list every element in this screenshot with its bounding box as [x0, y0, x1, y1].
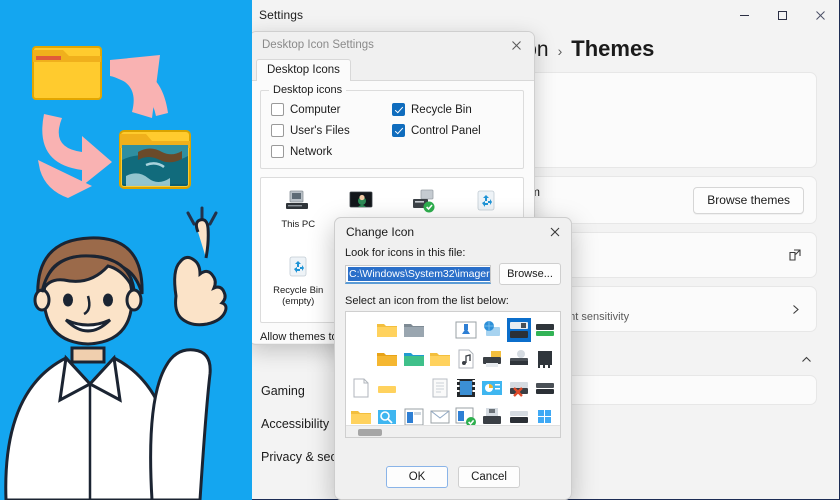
folder-open-icon[interactable] [375, 318, 399, 342]
desktop-icon-settings-titlebar: Desktop Icon Settings [250, 32, 534, 58]
memory-chip-icon[interactable] [533, 347, 557, 371]
checkbox-control-panel[interactable]: Control Panel [392, 124, 513, 137]
drive-disc-icon[interactable] [507, 347, 531, 371]
breadcrumb-separator-icon: › [558, 43, 563, 59]
browse-button[interactable]: Browse... [499, 263, 561, 285]
folder-teal-icon[interactable] [402, 347, 426, 371]
checkbox-box [392, 103, 405, 116]
network-globe-icon[interactable] [480, 318, 504, 342]
presentation-icon[interactable] [480, 376, 504, 400]
folder-gray-icon[interactable] [402, 318, 426, 342]
checkbox-computer[interactable]: Computer [271, 103, 392, 116]
desktop-icon-settings-tabs: Desktop Icons [250, 58, 534, 81]
desktop-icons-legend: Desktop icons [269, 84, 346, 96]
blank-cell[interactable] [402, 376, 426, 400]
page-title: Themes [571, 36, 654, 62]
preview-icon-label: This PC [281, 219, 315, 230]
page-icon[interactable] [428, 376, 452, 400]
chevron-right-icon[interactable] [789, 303, 802, 316]
checkbox-network[interactable]: Network [271, 145, 392, 158]
desktop-icon-settings-title: Desktop Icon Settings [262, 39, 374, 51]
checkbox-box [392, 124, 405, 137]
checkbox-label: Recycle Bin [411, 104, 472, 116]
chevron-up-icon[interactable] [800, 353, 813, 366]
blank-cell[interactable] [428, 318, 452, 342]
change-icon-dialog: Change Icon Look for icons in this file:… [334, 217, 572, 500]
icon-list-box[interactable] [345, 311, 561, 438]
picture-folder-graphic [120, 131, 190, 188]
film-icon[interactable] [454, 376, 478, 400]
tab-desktop-icons[interactable]: Desktop Icons [256, 59, 351, 81]
change-icon-footer: OK Cancel [335, 455, 571, 499]
maximize-icon[interactable] [763, 0, 801, 30]
file-path-input[interactable]: C:\Windows\System32\imageres.dll [345, 265, 491, 284]
change-icon-body: Look for icons in this file: C:\Windows\… [335, 245, 571, 438]
drive-green-icon[interactable] [533, 318, 557, 342]
checkbox-box [271, 145, 284, 158]
music-file-icon[interactable] [454, 347, 478, 371]
illustration-overlay [0, 0, 252, 500]
blank-cell[interactable] [349, 347, 373, 371]
sidebar-item-label: Accessibility [261, 417, 329, 431]
external-link-icon[interactable] [788, 248, 802, 262]
close-icon[interactable] [542, 220, 568, 243]
folder-orange-icon[interactable] [375, 347, 399, 371]
preview-icon-label: Recycle Bin (empty) [267, 285, 330, 307]
window-controls [725, 0, 839, 30]
checkbox-label: Computer [290, 104, 341, 116]
plain-folder-graphic [33, 47, 101, 99]
change-icon-titlebar: Change Icon [335, 218, 571, 245]
preview-icon-recycle-bin-empty[interactable]: Recycle Bin (empty) [267, 252, 330, 314]
printer-folder-icon[interactable] [480, 347, 504, 371]
desktop-icons-checkbox-grid: Computer Recycle Bin User's Files Contro… [271, 103, 513, 158]
cancel-button[interactable]: Cancel [458, 466, 520, 488]
folder-flat-icon[interactable] [375, 376, 399, 400]
icon-list-label: Select an icon from the list below: [345, 295, 561, 307]
scrollbar-thumb[interactable] [358, 429, 382, 436]
document-icon[interactable] [349, 376, 373, 400]
illustration-graphic [0, 0, 252, 500]
ok-button[interactable]: OK [386, 466, 448, 488]
icon-grid [346, 312, 560, 431]
file-path-label: Look for icons in this file: [345, 247, 561, 259]
close-icon[interactable] [801, 0, 839, 30]
close-icon[interactable] [502, 33, 530, 57]
blank-cell[interactable] [349, 318, 373, 342]
recycle-bin-empty-icon [283, 252, 313, 282]
checkbox-label: Network [290, 146, 332, 158]
checkbox-recycle-bin[interactable]: Recycle Bin [392, 103, 513, 116]
preview-icon-this-pc[interactable]: This PC [267, 186, 330, 248]
checkbox-box [271, 124, 284, 137]
file-path-line: C:\Windows\System32\imageres.dll Browse.… [345, 263, 561, 285]
drive-dark-icon[interactable] [533, 376, 557, 400]
settings-window-title: Settings [249, 8, 303, 22]
file-path-value: C:\Windows\System32\imageres.dll [348, 267, 491, 281]
settings-titlebar: Settings [249, 0, 839, 30]
checkbox-label: Control Panel [411, 125, 481, 137]
checkbox-users-files[interactable]: User's Files [271, 124, 392, 137]
checkbox-label: User's Files [290, 125, 350, 137]
sidebar-item-label: Gaming [261, 384, 305, 398]
icon-list-horizontal-scrollbar[interactable] [346, 425, 560, 437]
network-icon [408, 186, 438, 216]
browse-themes-button[interactable]: Browse themes [693, 187, 804, 214]
user-folder-icon [346, 186, 376, 216]
screenshot-root: Settings Gaming Accessib [0, 0, 840, 500]
minimize-icon[interactable] [725, 0, 763, 30]
recycle-bin-full-icon [471, 186, 501, 216]
desktop-icons-groupbox: Desktop icons Computer Recycle Bin User'… [260, 90, 524, 169]
checkbox-box [271, 103, 284, 116]
change-icon-title: Change Icon [346, 225, 414, 239]
drive-error-icon[interactable] [507, 376, 531, 400]
picture-icon[interactable] [454, 318, 478, 342]
folder-yellow-icon[interactable] [428, 347, 452, 371]
computer-icon [283, 186, 313, 216]
drive-blue-icon[interactable] [507, 318, 531, 342]
